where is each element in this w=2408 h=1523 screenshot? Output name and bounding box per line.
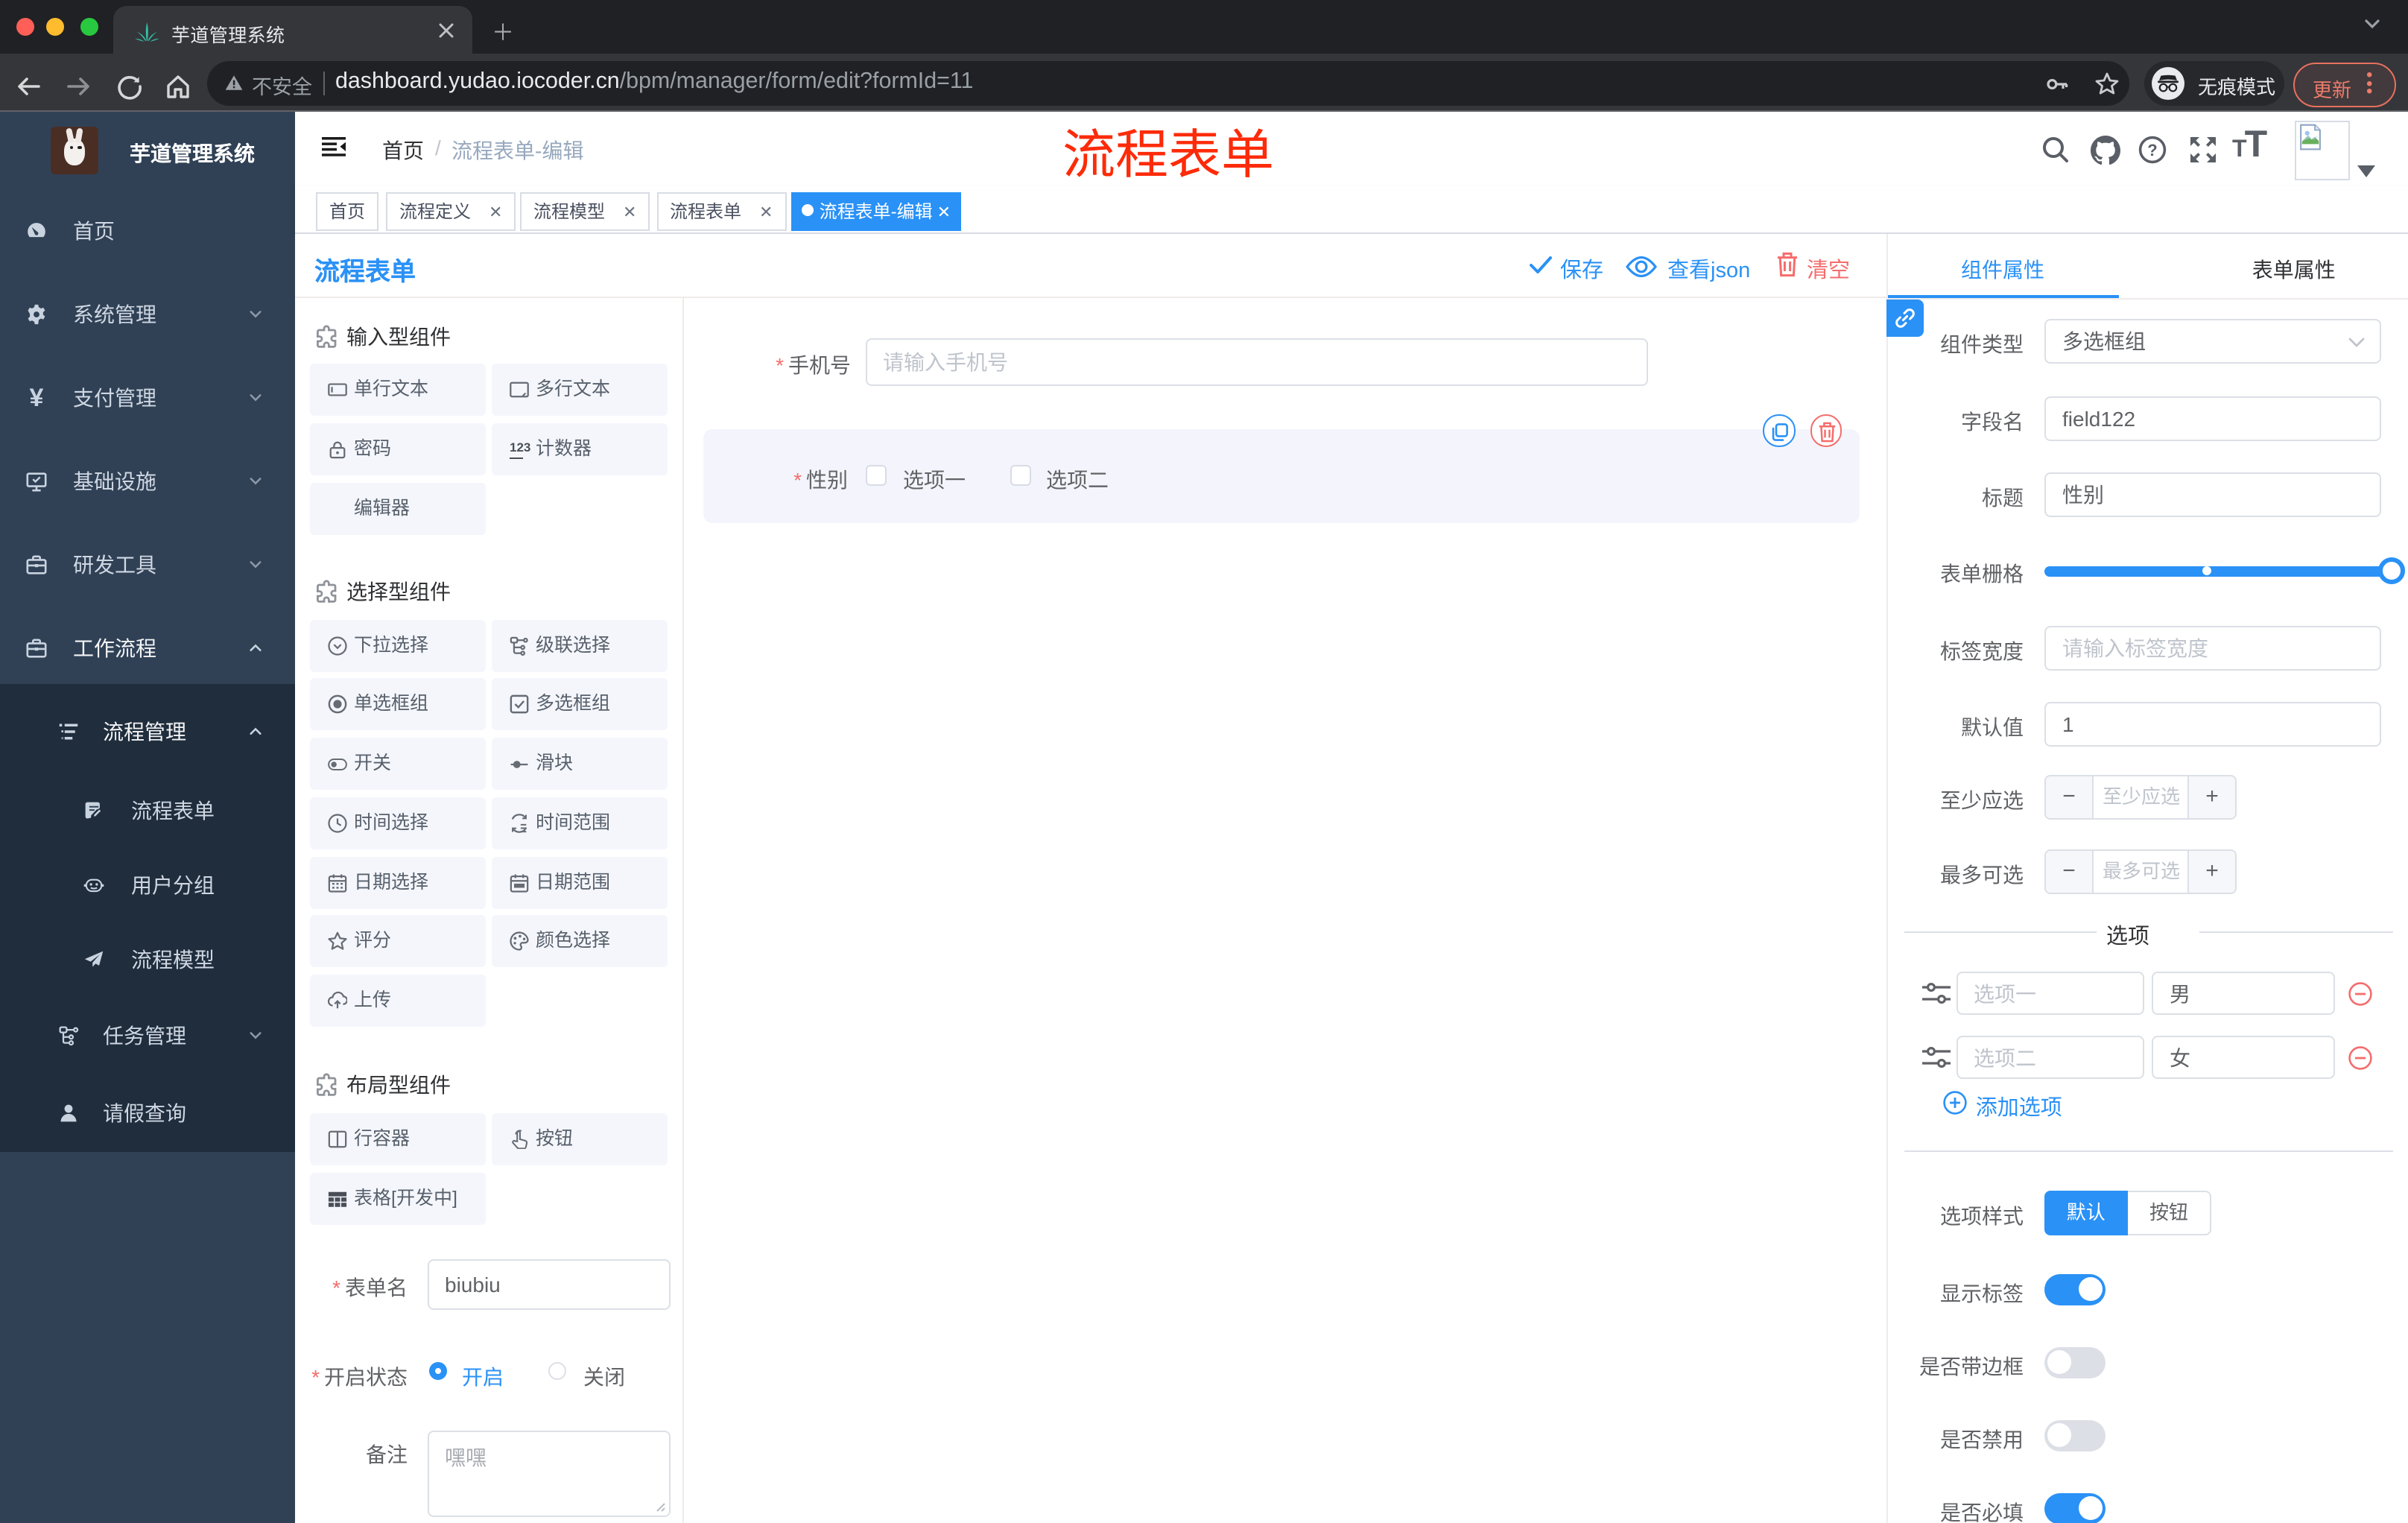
svg-text:?: ? (2147, 141, 2157, 159)
